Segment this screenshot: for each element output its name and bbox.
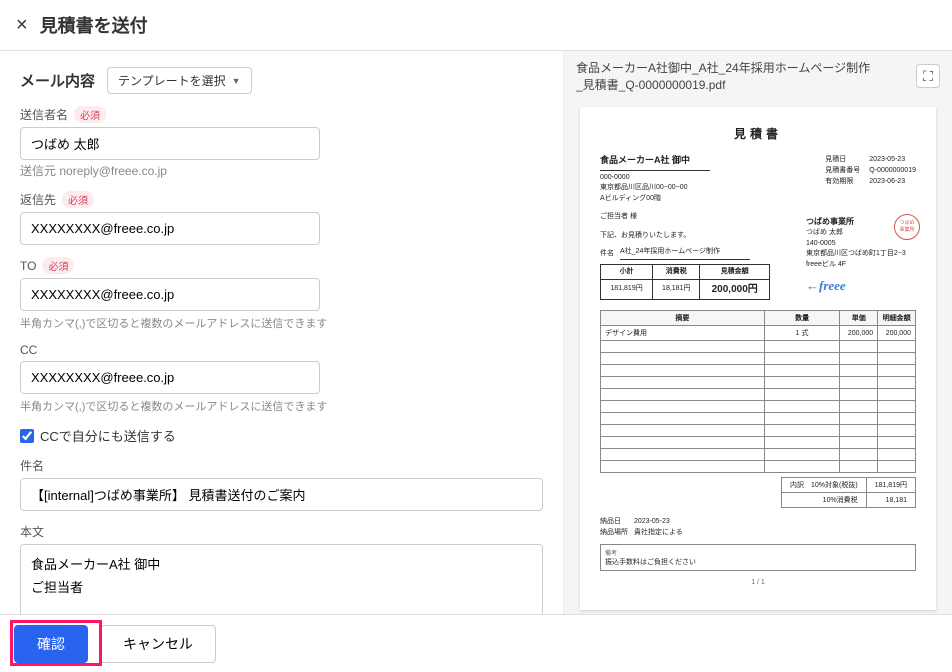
pdf-notes: 納品日2023-05-23 納品場所貴社指定による — [600, 516, 916, 538]
cc-self-label: CCで自分にも送信する — [40, 426, 176, 445]
from-text: 送信元 noreply@freee.co.jp — [20, 162, 543, 179]
body-textarea[interactable] — [20, 544, 543, 625]
cancel-button[interactable]: キャンセル — [100, 625, 216, 663]
expand-icon[interactable]: ⛶ — [916, 64, 940, 88]
required-badge: 必須 — [42, 257, 74, 274]
reply-label: 返信先 — [20, 191, 56, 208]
required-badge: 必須 — [74, 106, 106, 123]
cc-input[interactable] — [20, 361, 320, 394]
pdf-summary-table: 内訳 10%対象(税抜)181,819円 10%消費税18,181 — [781, 477, 916, 508]
caret-down-icon: ▼ — [232, 76, 241, 86]
cc-help: 半角カンマ(,)で区切ると複数のメールアドレスに送信できます — [20, 398, 543, 414]
preview-panel: 食品メーカーA社御中_A社_24年採用ホームページ制作_見積書_Q-000000… — [564, 51, 952, 625]
footer: 確認 キャンセル — [0, 614, 952, 672]
pdf-amount-table: 小計 消費税 見積金額 181,819円 18,181円 200,000円 — [600, 264, 770, 301]
body-label: 本文 — [20, 523, 44, 540]
mail-form-panel: メール内容 テンプレートを選択 ▼ 送信者名 必須 送信元 noreply@fr… — [0, 51, 564, 625]
freee-logo: ←freee — [806, 276, 916, 296]
template-select[interactable]: テンプレートを選択 ▼ — [107, 67, 252, 94]
pdf-client: 食品メーカーA社 御中 — [600, 154, 710, 171]
sender-label: 送信者名 — [20, 106, 68, 123]
to-label: TO — [20, 259, 36, 273]
modal-header: × 見積書を送付 — [0, 0, 952, 51]
reply-input[interactable] — [20, 212, 320, 245]
to-input[interactable] — [20, 278, 320, 311]
required-badge: 必須 — [62, 191, 94, 208]
cc-self-checkbox[interactable] — [20, 429, 34, 443]
confirm-button[interactable]: 確認 — [14, 625, 88, 663]
subject-label: 件名 — [20, 457, 44, 474]
pdf-doc-title: 見積書 — [600, 125, 916, 142]
section-title: メール内容 — [20, 70, 95, 91]
pdf-subject: A社_24年採用ホームページ制作 — [620, 247, 750, 260]
pdf-remark: 備考 振込手数料はご負担ください — [600, 544, 916, 571]
cc-label: CC — [20, 343, 37, 357]
preview-filename: 食品メーカーA社御中_A社_24年採用ホームページ制作_見積書_Q-000000… — [576, 59, 876, 93]
sender-input[interactable] — [20, 127, 320, 160]
close-icon[interactable]: × — [16, 15, 28, 35]
pdf-page-number: 1 / 1 — [600, 579, 916, 586]
pdf-page: 見積書 食品メーカーA社 御中 000-0000 東京都品川区品川00−00−0… — [580, 107, 936, 610]
pdf-items-table: 摘要 数量 単価 明細金額 デザイン費用 1 式 200,000 200,000 — [600, 310, 916, 473]
subject-input[interactable] — [20, 478, 543, 511]
modal-title: 見積書を送付 — [40, 12, 148, 38]
to-help: 半角カンマ(,)で区切ると複数のメールアドレスに送信できます — [20, 315, 543, 331]
template-select-label: テンプレートを選択 — [118, 72, 226, 89]
pdf-subject-label: 件名 — [600, 249, 614, 260]
stamp-icon: つばめ事業所 — [894, 214, 920, 240]
